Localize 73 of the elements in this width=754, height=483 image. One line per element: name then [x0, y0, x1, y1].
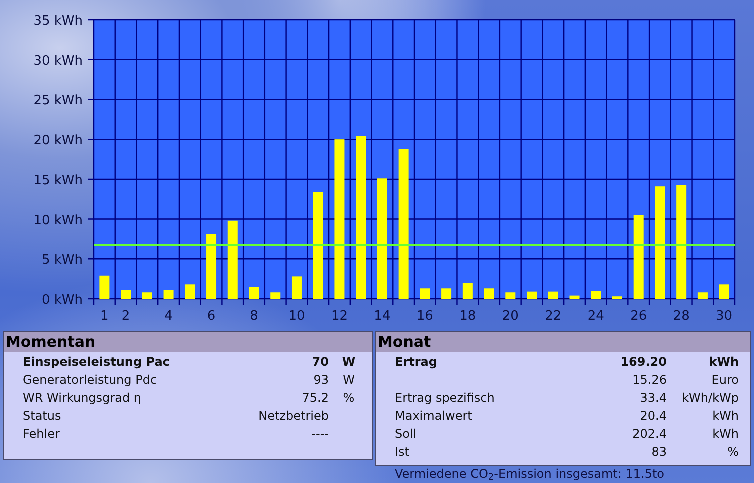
row-label: Ertrag spezifisch	[395, 391, 496, 405]
row-label: Status	[23, 409, 62, 423]
axis-label: 12	[331, 309, 348, 322]
bar	[570, 296, 580, 299]
bar	[462, 283, 473, 299]
bar	[506, 292, 516, 299]
row-value: 20.4	[640, 409, 667, 423]
axis-label: 30 kWh	[34, 54, 83, 69]
axis-label: 10 kWh	[34, 213, 83, 228]
panel-title: Momentan	[4, 332, 372, 352]
axis-label: 16	[416, 309, 434, 322]
axis-label: 18	[460, 309, 476, 322]
row-unit: Euro	[712, 373, 739, 387]
bar	[442, 288, 452, 299]
row-value: 75.2	[302, 391, 329, 405]
row-unit: kWh	[709, 355, 739, 369]
bar	[591, 291, 602, 299]
axis-label: 15 kWh	[34, 173, 83, 188]
bar	[249, 287, 260, 299]
bar	[612, 296, 622, 299]
row-value: 93	[314, 373, 329, 387]
row-unit: kWh	[712, 427, 739, 441]
emission-note: Vermiedene CO$_{2}$-Emission insgesamt: 11.5to	[394, 466, 666, 481]
axis-label: 8	[250, 309, 258, 322]
bar	[292, 276, 302, 299]
axis-label: 0 kWh	[42, 293, 83, 308]
row-unit: W	[342, 355, 356, 369]
row-value: 202.4	[632, 427, 667, 441]
row-label: Ertrag	[395, 355, 438, 369]
row-value: 70	[312, 355, 329, 369]
row-label: Einspeiseleistung Pac	[23, 355, 171, 369]
bar	[100, 276, 110, 299]
bar	[121, 290, 132, 299]
row-unit: %	[343, 391, 355, 405]
bar	[270, 292, 281, 299]
row-label: Fehler	[23, 427, 61, 441]
row-unit: kWh/kWp	[682, 391, 739, 405]
row-unit: kWh	[712, 409, 739, 423]
axis-label: 22	[545, 309, 562, 322]
row-value: 15.26	[632, 373, 667, 387]
row-label: Generatorleistung Pdc	[23, 373, 158, 387]
row-unit: W	[343, 373, 355, 387]
bar	[420, 288, 430, 299]
axis-label: 5 kWh	[42, 253, 83, 268]
bar	[206, 234, 217, 299]
row-value: 83	[652, 445, 667, 459]
row-value: Netzbetrieb	[258, 409, 329, 423]
axis-label: 35 kWh	[34, 14, 83, 29]
row-value: ----	[312, 427, 329, 441]
axis-label: 1	[100, 309, 109, 322]
row-label: Soll	[395, 427, 418, 441]
axis-label: 10	[288, 309, 306, 322]
axis-label: 28	[673, 309, 690, 322]
row-label: Ist	[395, 445, 410, 459]
row-label: Maximalwert	[395, 409, 474, 423]
row-value: 169.20	[620, 355, 667, 369]
bar	[164, 290, 174, 299]
axis-label: 30	[716, 309, 733, 322]
bar	[185, 284, 196, 299]
axis-label: 25 kWh	[34, 94, 83, 109]
axis-label: 2	[122, 309, 130, 322]
axis-label: 20	[502, 309, 519, 322]
axis-label: 24	[588, 309, 604, 322]
bar	[719, 284, 730, 299]
row-label: WR Wirkungsgrad η	[23, 391, 142, 405]
row-unit: %	[728, 445, 739, 459]
panel-title: Monat	[376, 332, 750, 352]
axis-label: 4	[164, 309, 173, 322]
axis-label: 26	[630, 309, 648, 322]
row-value: 33.4	[640, 391, 667, 405]
axis-label: 6	[207, 309, 216, 322]
axis-label: 14	[374, 309, 391, 322]
axis-label: 20 kWh	[34, 134, 83, 149]
